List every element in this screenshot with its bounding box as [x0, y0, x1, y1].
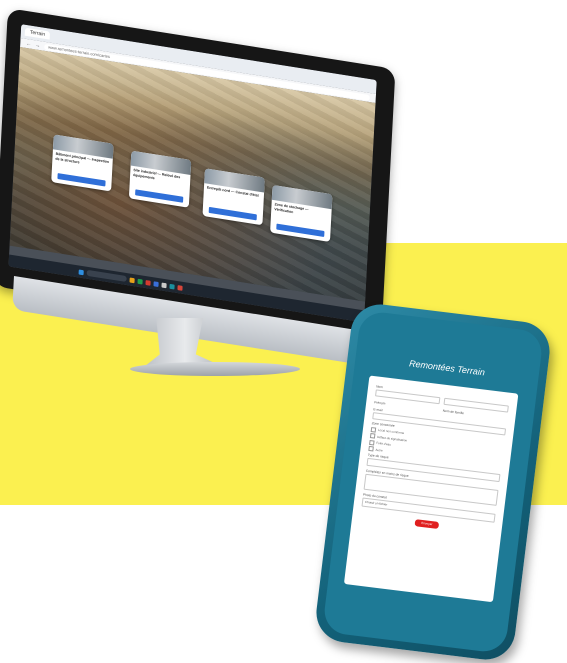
- checkbox[interactable]: [369, 439, 375, 446]
- phone-screen: Remontées Terrain Nom Prénom Nom de fami…: [321, 309, 545, 655]
- site-card[interactable]: Site industriel — Relevé des équipements: [128, 150, 192, 208]
- browser-tab[interactable]: Terrain: [24, 27, 51, 40]
- back-icon[interactable]: ←: [26, 40, 31, 47]
- app-icon[interactable]: [177, 284, 183, 291]
- app-icon[interactable]: [153, 280, 159, 287]
- submit-button[interactable]: Envoyer: [414, 519, 440, 529]
- monitor-foot: [130, 362, 300, 376]
- app-icon[interactable]: [137, 278, 143, 285]
- smartphone: Remontées Terrain Nom Prénom Nom de fami…: [313, 301, 553, 663]
- forward-icon[interactable]: →: [35, 42, 40, 49]
- checkbox[interactable]: [368, 445, 374, 452]
- site-card-button[interactable]: [276, 223, 325, 238]
- site-card[interactable]: Entrepôt nord — Constat d'état: [202, 168, 265, 226]
- app-icon[interactable]: [161, 282, 167, 288]
- report-form: Nom Prénom Nom de famille E-mail Zone co…: [343, 375, 519, 603]
- folder-icon[interactable]: [129, 277, 135, 283]
- checkbox[interactable]: [370, 426, 377, 433]
- site-card-button[interactable]: [208, 206, 257, 221]
- desktop-monitor: Terrain ← → www.remontees-terrain.com/ca…: [0, 8, 406, 372]
- monitor-screen: Terrain ← → www.remontees-terrain.com/ca…: [8, 24, 377, 323]
- taskbar-search[interactable]: [86, 269, 127, 283]
- phone-body: Remontées Terrain Nom Prénom Nom de fami…: [313, 301, 553, 663]
- checkbox[interactable]: [369, 433, 376, 439]
- site-card-button[interactable]: [57, 173, 106, 187]
- app-icon[interactable]: [145, 279, 151, 286]
- site-card-button[interactable]: [135, 189, 184, 203]
- start-icon[interactable]: [78, 268, 84, 275]
- app-icon[interactable]: [169, 283, 175, 290]
- site-card[interactable]: Bâtiment principal — Inspection de la st…: [51, 134, 114, 192]
- site-card[interactable]: Zone de stockage — Vérification: [270, 184, 333, 242]
